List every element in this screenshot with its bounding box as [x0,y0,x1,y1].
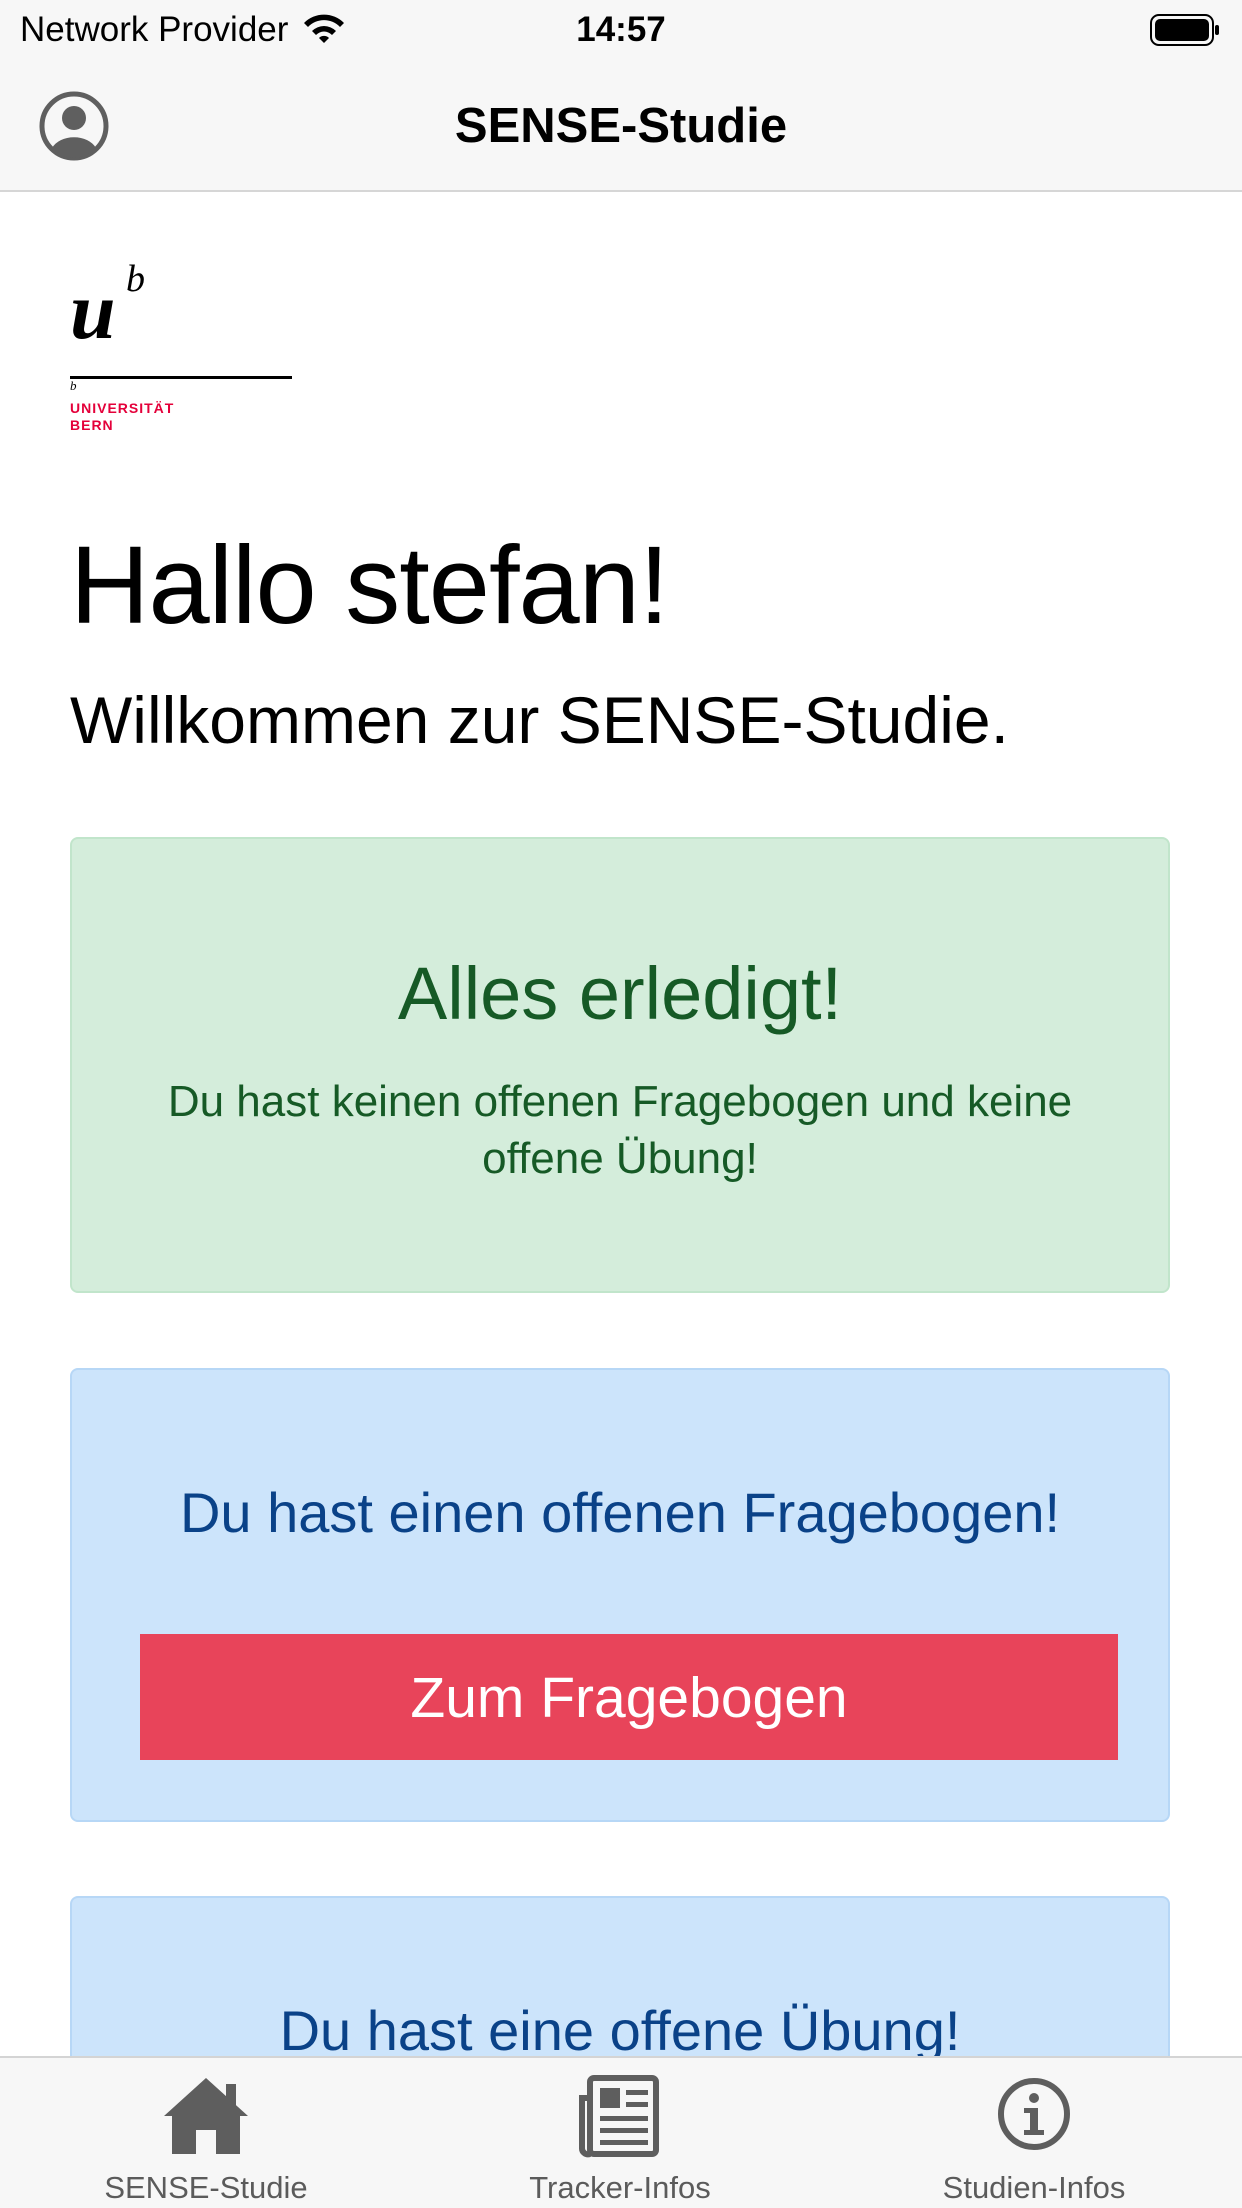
logo-line-1: UNIVERSITÄT [70,400,175,416]
all-done-title: Alles erledigt! [397,952,843,1035]
tab-studien-infos[interactable]: Studien-Infos [884,2058,1184,2208]
tab-tracker-infos[interactable]: Tracker-Infos [470,2058,770,2208]
main-content[interactable]: u b b UNIVERSITÄT BERN Hallo stefan! Wil… [0,192,1242,2056]
newspaper-icon [579,2075,659,2158]
page-title: SENSE-Studie [454,99,788,153]
all-done-text: Du hast keinen offenen Fragebogen und ke… [167,1077,1073,1183]
logo-superscript: b [126,258,145,300]
logo-line-2: BERN [70,417,114,433]
info-circle-icon [998,2078,1070,2150]
welcome-text: Willkommen zur SENSE-Studie. [70,683,1009,757]
open-questionnaire-card: Du hast einen offenen Fragebogen! Zum Fr… [70,1368,1170,1822]
logo-small-b: b [70,378,77,393]
greeting-heading: Hallo stefan! [70,524,669,647]
battery-icon [1150,14,1219,46]
logo-mark: u [70,265,116,356]
navigation-bar: SENSE-Studie [0,62,1242,192]
open-exercise-title: Du hast eine offene Übung! [279,1999,961,2056]
questionnaire-button[interactable]: Zum Fragebogen [140,1634,1118,1760]
clock: 14:57 [576,10,666,49]
logo-text: UNIVERSITÄT BERN [70,400,174,434]
open-exercise-card: Du hast eine offene Übung! [70,1896,1170,2056]
tab-label: Studien-Infos [942,2170,1126,2205]
tab-bar: SENSE-Studie Tracker-Infos Studien-Infos [0,2056,1242,2208]
home-icon [164,2078,248,2154]
all-done-card: Alles erledigt! Du hast keinen offenen F… [70,837,1170,1293]
status-bar: Network Provider 14:57 [0,0,1242,62]
logo-divider [70,376,292,379]
open-questionnaire-title: Du hast einen offenen Fragebogen! [179,1481,1061,1544]
tab-sense-studie[interactable]: SENSE-Studie [56,2058,356,2208]
tab-label: SENSE-Studie [104,2170,308,2205]
tab-label: Tracker-Infos [529,2170,711,2205]
